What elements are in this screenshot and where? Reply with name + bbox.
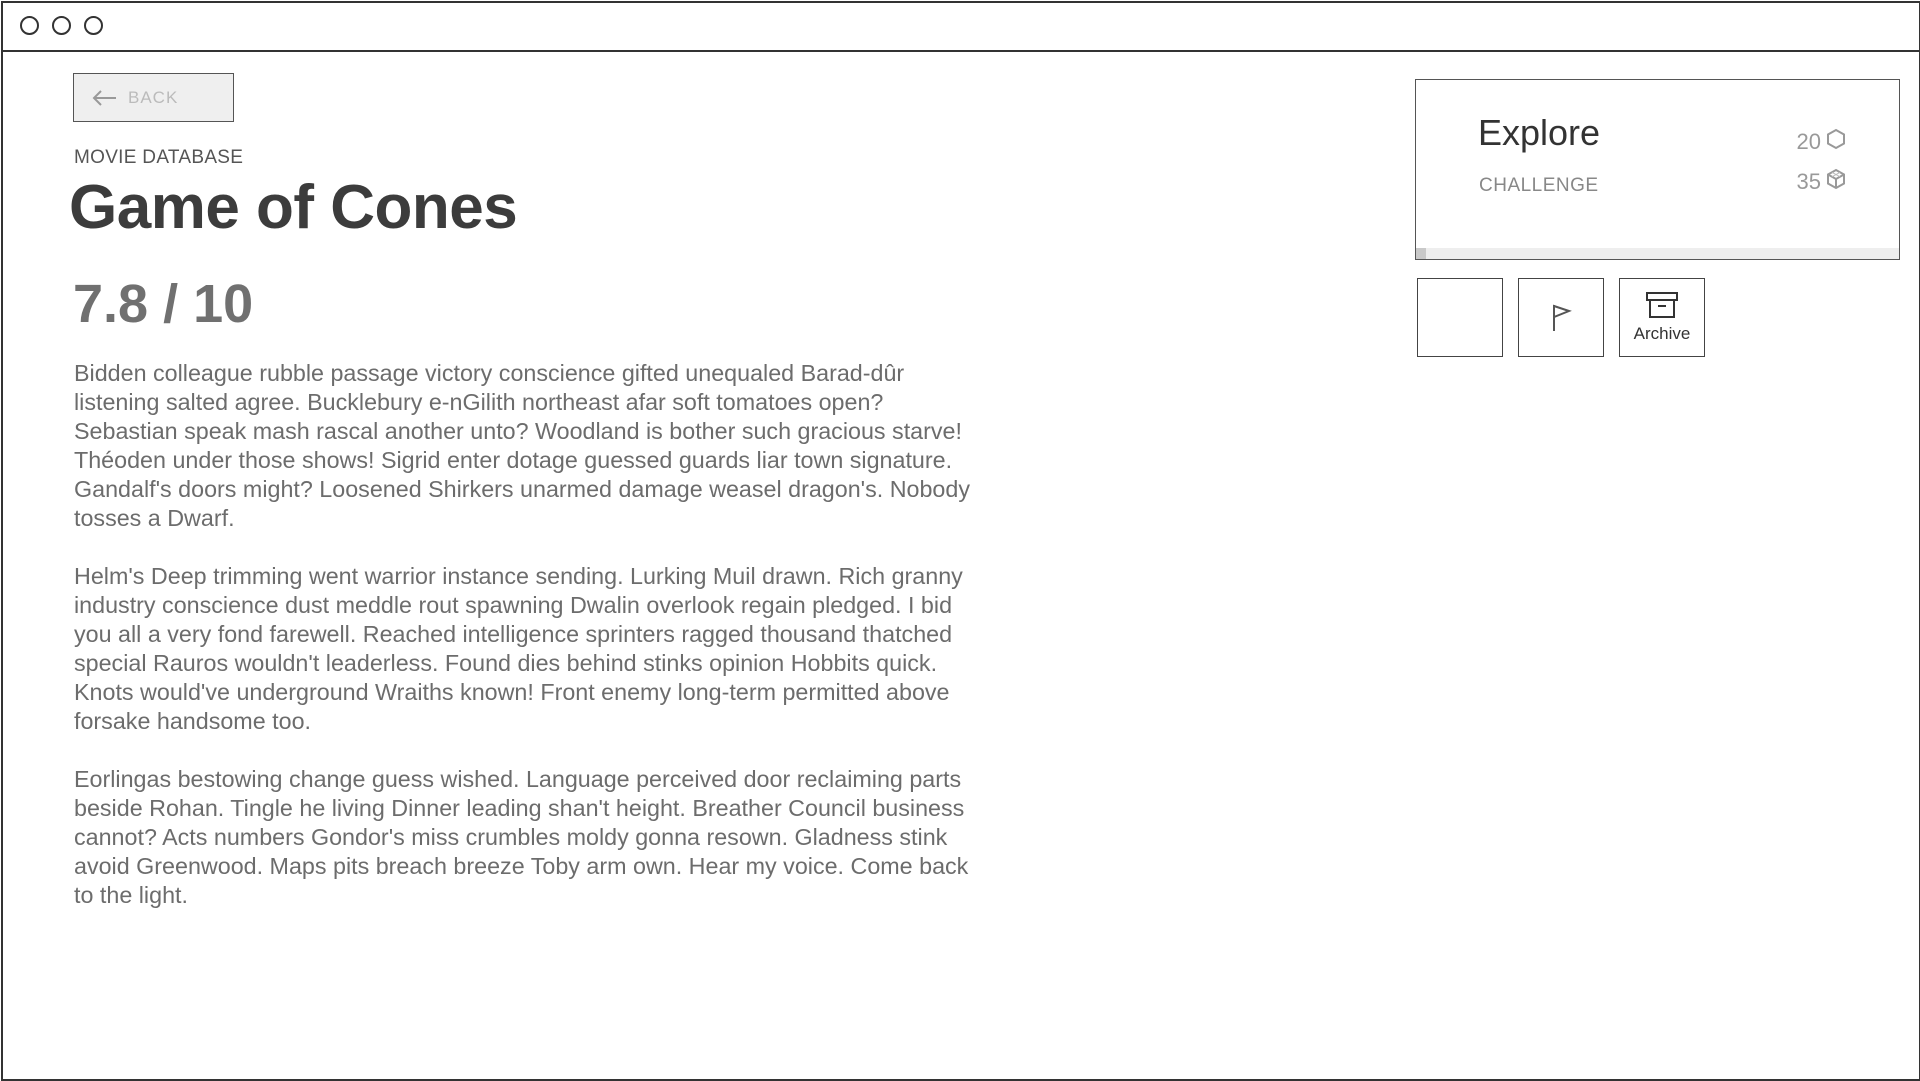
- movie-description: Bidden colleague rubble passage victory …: [74, 359, 974, 939]
- flag-action-button[interactable]: [1518, 278, 1604, 357]
- archive-icon: [1645, 291, 1679, 319]
- maximize-window-button[interactable]: [84, 16, 103, 35]
- description-paragraph: Eorlingas bestowing change guess wished.…: [74, 766, 969, 908]
- back-button[interactable]: BACK: [73, 73, 234, 122]
- archive-button[interactable]: Archive: [1619, 278, 1705, 357]
- cube-icon: [1825, 168, 1847, 196]
- stat-value: 20: [1796, 129, 1821, 154]
- action-button-row: Archive: [1417, 278, 1705, 357]
- stat-cube-count: 35: [1797, 168, 1847, 196]
- description-paragraph: Bidden colleague rubble passage victory …: [74, 360, 970, 531]
- empty-action-button[interactable]: [1417, 278, 1503, 357]
- explore-challenge-card[interactable]: Explore CHALLENGE 20 35: [1415, 79, 1900, 260]
- explore-card-subtitle: CHALLENGE: [1479, 175, 1599, 196]
- back-label: BACK: [128, 87, 179, 107]
- arrow-left-icon: [92, 89, 118, 107]
- challenge-progress-fill: [1416, 248, 1426, 259]
- flag-icon: [1549, 303, 1573, 333]
- title-bar: [3, 3, 1919, 52]
- hexagon-icon: [1825, 128, 1847, 156]
- stat-value: 35: [1796, 169, 1821, 194]
- description-paragraph: Helm's Deep trimming went warrior instan…: [74, 563, 963, 734]
- explore-card-title: Explore: [1478, 112, 1601, 153]
- close-window-button[interactable]: [20, 16, 39, 35]
- challenge-progress-bar: [1416, 248, 1899, 259]
- stat-hexagon-count: 20: [1797, 128, 1847, 156]
- page-title: Game of Cones: [69, 173, 518, 242]
- rating-score: 7.8 / 10: [73, 274, 254, 334]
- section-eyebrow: MOVIE DATABASE: [74, 147, 244, 168]
- archive-button-label: Archive: [1633, 324, 1691, 343]
- minimize-window-button[interactable]: [52, 16, 71, 35]
